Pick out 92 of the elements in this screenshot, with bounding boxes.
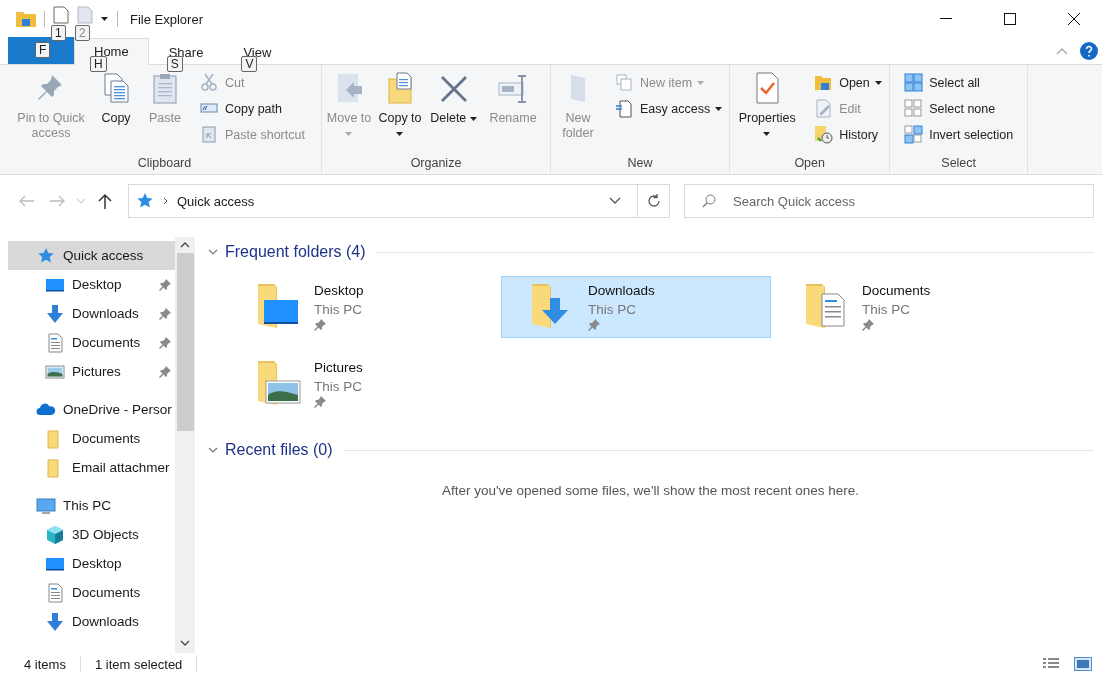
scrollbar[interactable] (175, 237, 195, 653)
chevron-icon (163, 197, 169, 205)
download-arrow-icon (45, 303, 65, 324)
collapse-ribbon-icon[interactable] (1056, 46, 1068, 55)
back-arrow-icon (19, 195, 35, 207)
keytip: 2 (75, 25, 90, 41)
computer-icon (36, 495, 56, 516)
nav-item[interactable]: Desktop (8, 270, 175, 299)
close-icon (1068, 13, 1080, 25)
nav-item[interactable]: Pictures (8, 357, 175, 386)
ribbon-button[interactable]: Copy path (198, 97, 307, 121)
nav-item[interactable]: Documents (8, 424, 175, 453)
refresh-icon (646, 194, 661, 208)
address-field[interactable]: Quick access (128, 184, 670, 218)
ribbon-button[interactable]: Easy access (613, 97, 726, 121)
item-count: 4 items (24, 656, 66, 672)
keytip: H (90, 56, 107, 72)
ribbon-button[interactable]: Properties (734, 69, 801, 156)
up-arrow-icon (98, 193, 112, 209)
invert-selection-icon (904, 125, 925, 145)
maximize-icon (1004, 13, 1016, 25)
section-header[interactable]: Frequent folders (4) (207, 239, 1094, 265)
search-field[interactable]: Search Quick access (684, 184, 1094, 218)
window-title: File Explorer (130, 11, 204, 27)
nav-item[interactable]: Quick access (8, 241, 175, 270)
folder-name: Desktop (314, 282, 364, 300)
search-icon (702, 194, 716, 208)
toolbar-button[interactable] (53, 6, 69, 24)
folder-tile[interactable]: Downloads This PC (501, 276, 771, 338)
chevron-icon (76, 198, 86, 204)
ribbon-button[interactable]: Select all (902, 71, 1016, 95)
keytip: V (241, 56, 258, 72)
folder-location: This PC (314, 378, 363, 396)
minimize-icon (940, 18, 952, 20)
folder-location: This PC (588, 301, 637, 319)
nav-item[interactable]: Documents (8, 578, 175, 607)
ribbon-button[interactable]: Delete (428, 69, 480, 156)
details-view-icon[interactable] (1042, 657, 1060, 671)
cube-icon (45, 524, 65, 545)
group-label: Clipboard (136, 156, 193, 172)
folder-tile[interactable]: Documents This PC (775, 276, 1045, 338)
ribbon-button[interactable]: Copy (94, 69, 138, 156)
keytip: F (35, 42, 51, 58)
nav-item[interactable]: Email attachmer (8, 453, 175, 482)
document-icon (53, 6, 69, 24)
ribbon-button[interactable]: Invert selection (902, 123, 1016, 147)
file-tab[interactable]: F (8, 37, 74, 64)
section-header[interactable]: Recent files (0) (207, 437, 1094, 463)
easy-access-icon (615, 99, 635, 119)
scroll-up-icon[interactable] (180, 241, 190, 249)
empty-message: After you've opened some files, we'll show the most recent ones here. (440, 483, 861, 498)
nav-item[interactable]: OneDrive - Persor (8, 395, 175, 424)
folder-name: Documents (862, 282, 931, 300)
ribbon-button[interactable]: History (812, 123, 885, 147)
folder-tile[interactable]: Desktop This PC (227, 276, 497, 338)
nav-item[interactable]: Desktop (8, 549, 175, 578)
folder-icon (16, 10, 36, 28)
group-label: New (626, 156, 654, 172)
history-icon (814, 125, 835, 145)
forward-arrow-icon (49, 195, 65, 207)
document-icon (45, 332, 65, 353)
page-icon (77, 6, 93, 24)
large-icons-view-icon[interactable] (1074, 657, 1092, 671)
help-icon[interactable] (1080, 41, 1098, 60)
download-arrow-icon (45, 611, 65, 632)
scroll-down-icon[interactable] (180, 639, 190, 647)
ribbon-button[interactable]: Copy to (376, 69, 424, 156)
select-all-icon (904, 73, 925, 93)
group-label: Select (940, 156, 978, 172)
selection-count: 1 item selected (94, 656, 183, 672)
nav-item[interactable]: Downloads (8, 607, 175, 636)
folder-name: Pictures (314, 359, 363, 377)
ribbon-button[interactable]: Open (812, 71, 885, 95)
nav-item[interactable]: This PC (8, 491, 175, 520)
select-none-icon (904, 99, 925, 119)
folder-location: This PC (862, 301, 911, 319)
nav-item[interactable]: 3D Objects (8, 520, 175, 549)
group-label: Organize (409, 156, 463, 172)
new-item-icon (615, 73, 635, 93)
document-icon (45, 582, 65, 603)
caret-icon (101, 16, 109, 22)
dropdown-icon[interactable] (609, 197, 621, 205)
group-label: Open (793, 156, 826, 172)
keytip: 1 (51, 25, 66, 41)
keytip: S (166, 56, 183, 72)
nav-item[interactable]: Documents (8, 328, 175, 357)
folder-tile[interactable]: Pictures This PC (227, 353, 497, 415)
nav-item[interactable]: Downloads (8, 299, 175, 328)
scissors-icon (200, 73, 220, 93)
ribbon-button[interactable]: Select none (902, 97, 1016, 121)
folder-name: Downloads (588, 282, 655, 300)
folder-location: This PC (314, 301, 363, 319)
